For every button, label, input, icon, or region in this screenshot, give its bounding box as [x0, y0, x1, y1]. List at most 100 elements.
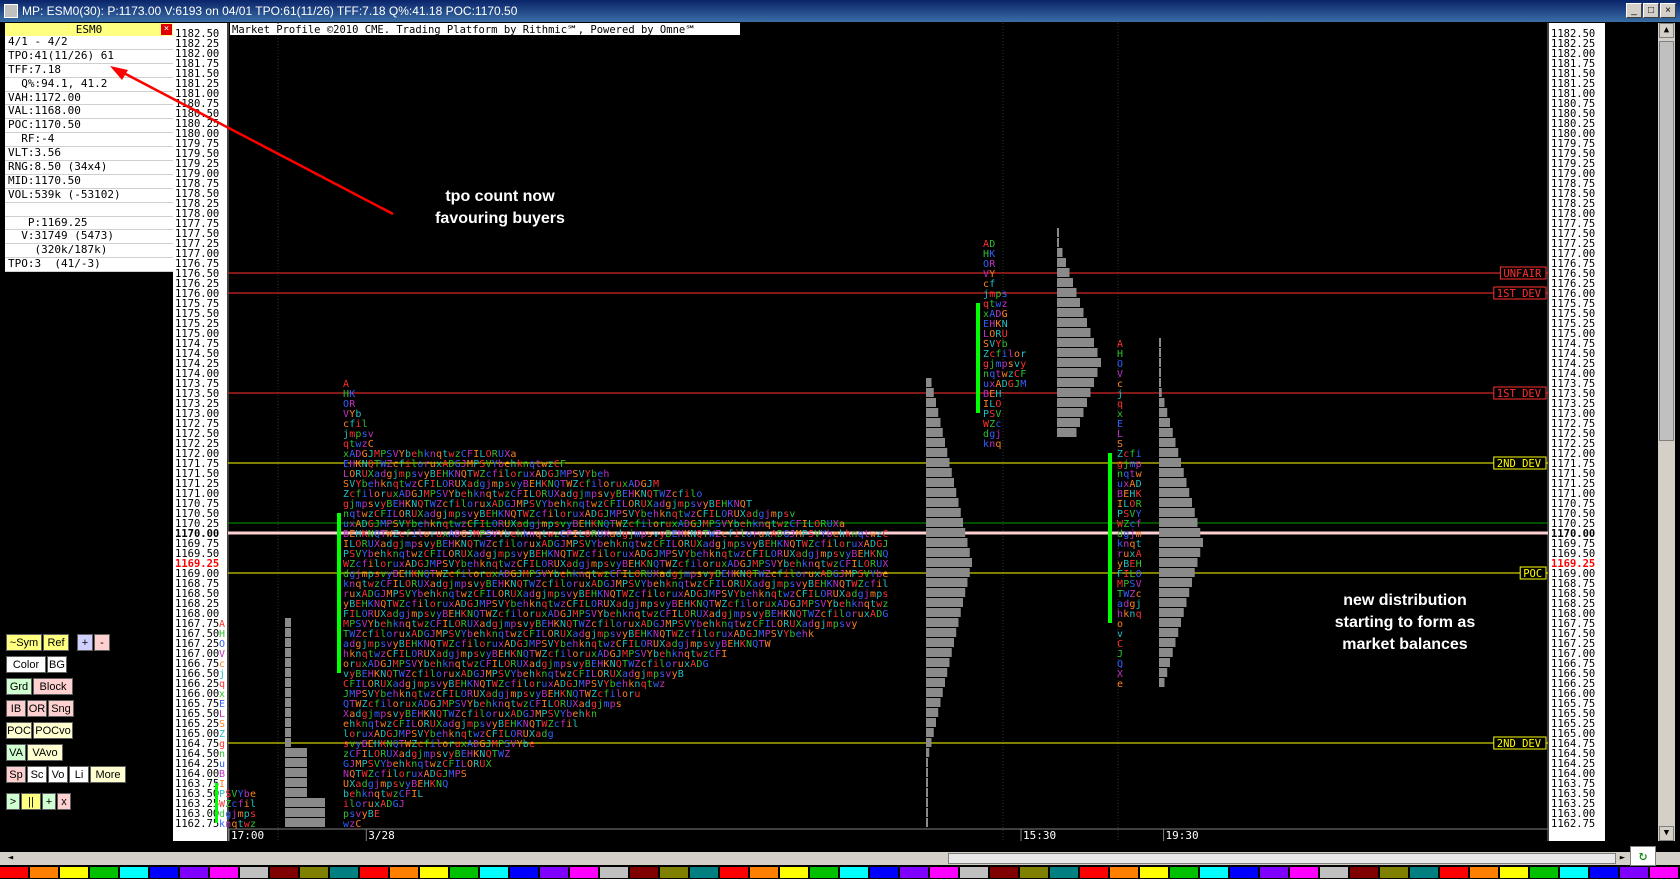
color-swatch[interactable] [1620, 867, 1648, 878]
window-title-bar[interactable]: MP: ESM0(30): P:1173.00 V:6193 on 04/01 … [0, 0, 1680, 22]
color-swatch[interactable] [1320, 867, 1348, 878]
toolbar-button-color[interactable]: Color [6, 656, 46, 673]
toolbar-button-[interactable]: + [42, 793, 56, 810]
color-swatch[interactable] [150, 867, 178, 878]
toolbar-button-va[interactable]: VA [6, 744, 26, 761]
color-swatch[interactable] [300, 867, 328, 878]
color-swatch[interactable] [570, 867, 598, 878]
color-swatch[interactable] [1590, 867, 1618, 878]
market-profile-chart[interactable]: 1182.50 1182.501182.25 1182.251182.00 1182.… [173, 23, 1605, 841]
color-swatch[interactable] [780, 867, 808, 878]
color-swatch[interactable] [870, 867, 898, 878]
color-swatch[interactable] [90, 867, 118, 878]
maximize-button[interactable]: □ [1643, 3, 1659, 18]
color-swatch[interactable] [510, 867, 538, 878]
volume-bar [285, 698, 291, 707]
color-swatch[interactable] [1140, 867, 1168, 878]
toolbar-button-li[interactable]: Li [69, 766, 89, 783]
color-swatch[interactable] [1380, 867, 1408, 878]
tpo-letter: x [864, 609, 870, 620]
toolbar-button-sc[interactable]: Sc [27, 766, 47, 783]
color-swatch[interactable] [540, 867, 568, 878]
toolbar-button-[interactable]: || [21, 793, 41, 810]
color-swatch[interactable] [930, 867, 958, 878]
color-swatch[interactable] [420, 867, 448, 878]
symbol-header[interactable]: ESM0 × [5, 23, 173, 36]
vertical-scroll-thumb[interactable] [1659, 41, 1674, 441]
tpo-letter: K [430, 779, 436, 790]
toolbar-button-grd[interactable]: Grd [6, 678, 32, 695]
scroll-up-icon[interactable]: ▲ [1659, 23, 1674, 38]
color-swatch[interactable] [1530, 867, 1558, 878]
scroll-left-icon[interactable]: ◄ [4, 852, 17, 865]
toolbar-button-ib[interactable]: IB [6, 700, 26, 717]
toolbar-button-sng[interactable]: Sng [48, 700, 74, 717]
toolbar-button-x[interactable]: x [57, 793, 71, 810]
color-swatch[interactable] [1050, 867, 1078, 878]
symbol-close-icon[interactable]: × [161, 24, 172, 35]
color-swatch[interactable] [1350, 867, 1378, 878]
color-swatch[interactable] [750, 867, 778, 878]
color-swatch[interactable] [990, 867, 1018, 878]
color-swatch[interactable] [630, 867, 658, 878]
color-swatch[interactable] [840, 867, 868, 878]
toolbar-button-more[interactable]: More [90, 766, 126, 783]
toolbar-button-[interactable]: - [94, 634, 110, 651]
color-swatch[interactable] [0, 867, 28, 878]
toolbar-button-[interactable]: + [77, 634, 93, 651]
color-swatch[interactable] [1230, 867, 1258, 878]
horizontal-scrollbar[interactable]: ◄ ► ↻ [0, 846, 1680, 866]
color-swatch[interactable] [60, 867, 88, 878]
toolbar-button-or[interactable]: OR [27, 700, 47, 717]
refresh-icon[interactable]: ↻ [1630, 846, 1656, 866]
scroll-right-icon[interactable]: ► [1616, 852, 1629, 865]
vertical-scrollbar[interactable]: ▲ ▼ [1658, 23, 1675, 841]
color-swatch[interactable] [1260, 867, 1288, 878]
color-swatch[interactable] [1470, 867, 1498, 878]
color-swatch[interactable] [480, 867, 508, 878]
color-swatch[interactable] [450, 867, 478, 878]
color-swatch[interactable] [960, 867, 988, 878]
color-swatch[interactable] [900, 867, 928, 878]
toolbar-button-poc[interactable]: POC [6, 722, 32, 739]
color-swatch[interactable] [600, 867, 628, 878]
color-swatch[interactable] [180, 867, 208, 878]
toolbar-button-bg[interactable]: BG [47, 656, 67, 673]
color-swatch[interactable] [210, 867, 238, 878]
toolbar-button-[interactable]: > [6, 793, 20, 810]
color-swatch[interactable] [1290, 867, 1318, 878]
scroll-down-icon[interactable]: ▼ [1659, 826, 1674, 841]
toolbar-button-sp[interactable]: Sp [6, 766, 26, 783]
color-swatch[interactable] [1020, 867, 1048, 878]
color-swatch[interactable] [810, 867, 838, 878]
color-swatch[interactable] [1440, 867, 1468, 878]
color-swatch[interactable] [1200, 867, 1228, 878]
color-swatch[interactable] [30, 867, 58, 878]
color-swatch[interactable] [1500, 867, 1528, 878]
color-swatch[interactable] [660, 867, 688, 878]
color-swatch[interactable] [360, 867, 388, 878]
color-swatch[interactable] [330, 867, 358, 878]
color-swatch[interactable] [390, 867, 418, 878]
color-swatch[interactable] [690, 867, 718, 878]
toolbar-button-vavo[interactable]: VAvo [27, 744, 63, 761]
color-swatch[interactable] [1110, 867, 1138, 878]
color-swatch[interactable] [1080, 867, 1108, 878]
color-swatch[interactable] [1650, 867, 1678, 878]
color-swatch[interactable] [1410, 867, 1438, 878]
volume-bar [1159, 398, 1165, 407]
color-swatch[interactable] [720, 867, 748, 878]
color-swatch[interactable] [240, 867, 268, 878]
horizontal-scroll-thumb[interactable] [948, 853, 1616, 864]
minimize-button[interactable]: _ [1626, 3, 1642, 18]
color-swatch[interactable] [1560, 867, 1588, 878]
color-swatch[interactable] [270, 867, 298, 878]
toolbar-button-block[interactable]: Block [33, 678, 73, 695]
toolbar-button-sym[interactable]: ~Sym [6, 634, 42, 651]
toolbar-button-pocvo[interactable]: POCvo [33, 722, 73, 739]
color-swatch[interactable] [1170, 867, 1198, 878]
toolbar-button-vo[interactable]: Vo [48, 766, 68, 783]
toolbar-button-ref[interactable]: Ref [43, 634, 69, 651]
color-swatch[interactable] [120, 867, 148, 878]
close-button[interactable]: × [1660, 3, 1676, 18]
